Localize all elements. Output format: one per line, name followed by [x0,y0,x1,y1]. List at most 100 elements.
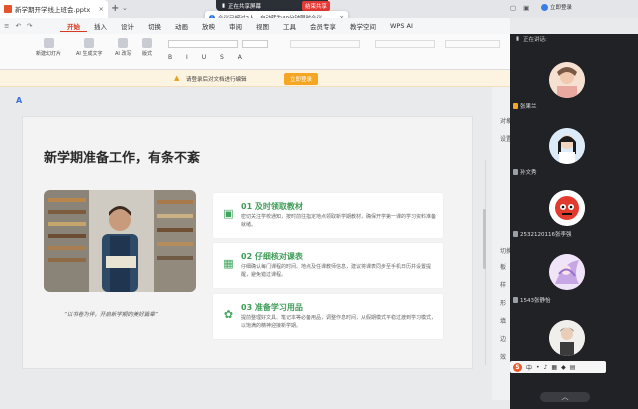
mic-off-icon [513,231,518,237]
tab-transition[interactable]: 切换 [141,21,168,31]
tab-view[interactable]: 视图 [249,21,276,31]
ime-mode-label: 中 [526,364,533,372]
ai-generate-label: AI 生成文字 [76,51,103,57]
card-title: 03 准备学习用品 [241,303,303,312]
slide-quote[interactable]: “以书卷为伴，开启新学期的美好篇章” [64,310,158,318]
window-controls: ▢ ▣ [510,4,529,12]
student-reading-photo[interactable] [44,190,196,292]
layout-button[interactable]: 版式 [142,38,152,57]
card-get-textbooks[interactable]: ▣ 01 及时领取教材 密切关注学校通知，按时前往指定地点领取新学期教材，确保开… [213,193,443,238]
font-family-select[interactable] [168,40,238,48]
quick-access: ≡ ↶ ↷ [0,22,60,30]
participant-name: 孙文秀 [513,168,537,176]
ai-icon [84,38,95,48]
undo-icon[interactable]: ↶ [15,22,20,30]
text-format-group[interactable]: B I U S A [168,54,248,61]
tab-list-chevron-icon[interactable]: ⌄ [122,4,128,12]
participant-name: 253212011​6张李强 [513,230,572,238]
status-bar [0,400,510,409]
tab-review[interactable]: 审阅 [222,21,249,31]
notice-login-button[interactable]: 立即登录 [284,73,319,85]
notice-text: 请登录后对文档进行编辑 [186,77,247,83]
new-tab-button[interactable]: + [111,3,119,14]
participant-tile[interactable]: 张果兰 [510,56,638,116]
tab-tools[interactable]: 工具 [276,21,303,31]
new-slide-label: 新建幻灯片 [36,51,62,57]
menu-icon[interactable]: ≡ [4,22,9,30]
side-label-4[interactable]: 样 [500,280,506,289]
tab-slideshow[interactable]: 放映 [195,21,222,31]
layout-grid-icon [142,38,152,48]
tab-home[interactable]: 开始 [60,21,87,32]
side-label-3[interactable]: 板 [500,262,506,271]
window-icon[interactable]: ▢ [510,4,516,12]
ai-rewrite-button[interactable]: AI 改写 [115,38,132,57]
side-label-5[interactable]: 形 [500,298,506,307]
library-photo-illustration [44,190,196,292]
collapse-panel-button[interactable]: ︿ [540,392,590,402]
tab-teaching[interactable]: 教学空间 [343,21,383,31]
ai-generate-button[interactable]: AI 生成文字 [76,38,103,57]
skin-icon: ◆ [561,363,566,371]
avatar [549,320,585,356]
side-label-8[interactable]: 效 [500,352,506,361]
avatar-illustration [549,254,585,290]
font-size-select[interactable] [242,40,268,48]
card-desc: 提前整理好文具、笔记本等必备用品，调整作息时间，从假期模式平稳过渡到学习模式，以… [241,315,437,329]
signal-icon: ▮ [222,2,226,9]
paragraph-group[interactable] [290,40,360,48]
mic-icon: ▮ [516,36,520,42]
stop-share-button[interactable]: 结束共享 [302,1,331,11]
login-label: 立即登录 [550,5,573,11]
participant-name-text: 1543张静怡 [520,298,551,304]
slide-title[interactable]: 新学期准备工作，有条不紊 [44,147,200,166]
avatar-illustration [549,62,585,98]
new-slide-button[interactable]: 新建幻灯片 [36,38,61,57]
redo-icon[interactable]: ↷ [27,22,32,30]
avatar [541,3,548,11]
participant-name-text: 孙文秀 [520,170,537,176]
shape-group[interactable] [375,40,435,48]
meeting-panel: ▮ 正在讲话: 张果兰 孙文秀 253212011​6张李强 1543张静怡 [510,34,638,409]
avatar-illustration [549,128,585,164]
ai-rewrite-label: AI 改写 [115,51,132,57]
participant-tile[interactable] [510,316,638,366]
file-tab[interactable]: 新学期开学线上班会.pptx × [0,0,108,18]
avatar [549,254,585,290]
participant-name: 张果兰 [513,102,537,110]
layout-label: 版式 [142,51,153,57]
card-title: 02 仔细核对课表 [241,252,303,261]
close-tab-icon[interactable]: × [99,5,104,13]
tab-member[interactable]: 会员专享 [303,21,343,31]
card-desc: 密切关注学校通知，按时前往指定地点领取新学期教材，确保开学第一课的学习资料准备就… [241,214,437,228]
participant-tile[interactable]: 253212011​6张李强 [510,186,638,246]
arrange-group[interactable] [445,40,500,48]
punctuation-icon: • [536,363,540,371]
avatar [549,128,585,164]
card-check-schedule[interactable]: ▦ 02 仔细核对课表 仔细确认每门课程的时间、地点及任课教师信息，建议将课表同… [213,243,443,288]
ai-assistant-icon[interactable]: A [16,96,22,105]
participant-name-text: 253212011​6张李强 [520,232,572,238]
side-label-7[interactable]: 边 [500,334,506,343]
gear-icon: ✿ [223,308,234,321]
tab-design[interactable]: 设计 [114,21,141,31]
tools-icon: ▤ [569,363,576,371]
login-notice-bar: ▲ 请登录后对文档进行编辑 立即登录 [0,70,510,87]
tab-wps-ai[interactable]: WPS AI [383,22,420,30]
login-area[interactable]: 立即登录 [541,3,572,11]
participant-tile[interactable]: 孙文秀 [510,124,638,184]
sogou-ime-icon: S [513,362,522,372]
participant-tile[interactable]: 1543张静怡 [510,250,638,310]
tab-animation[interactable]: 动画 [168,21,195,31]
card-prepare-supplies[interactable]: ✿ 03 准备学习用品 提前整理好文具、笔记本等必备用品，调整作息时间，从假期模… [213,294,443,339]
input-method-toolbar[interactable]: S 中 • ♪ ▦ ◆ ▤ [510,361,606,373]
mic-off-icon [513,297,518,303]
layout-icon[interactable]: ▣ [523,4,529,12]
card-desc: 仔细确认每门课程的时间、地点及任课教师信息，建议将课表同步至手机日历并设置提醒，… [241,264,432,278]
screen-share-label: 正在共享屏幕 [228,3,262,10]
tab-insert[interactable]: 插入 [87,21,114,31]
vertical-scrollbar[interactable] [483,209,486,269]
avatar-illustration [549,190,585,226]
side-label-6[interactable]: 填 [500,316,506,325]
participant-name-text: 张果兰 [520,104,537,110]
